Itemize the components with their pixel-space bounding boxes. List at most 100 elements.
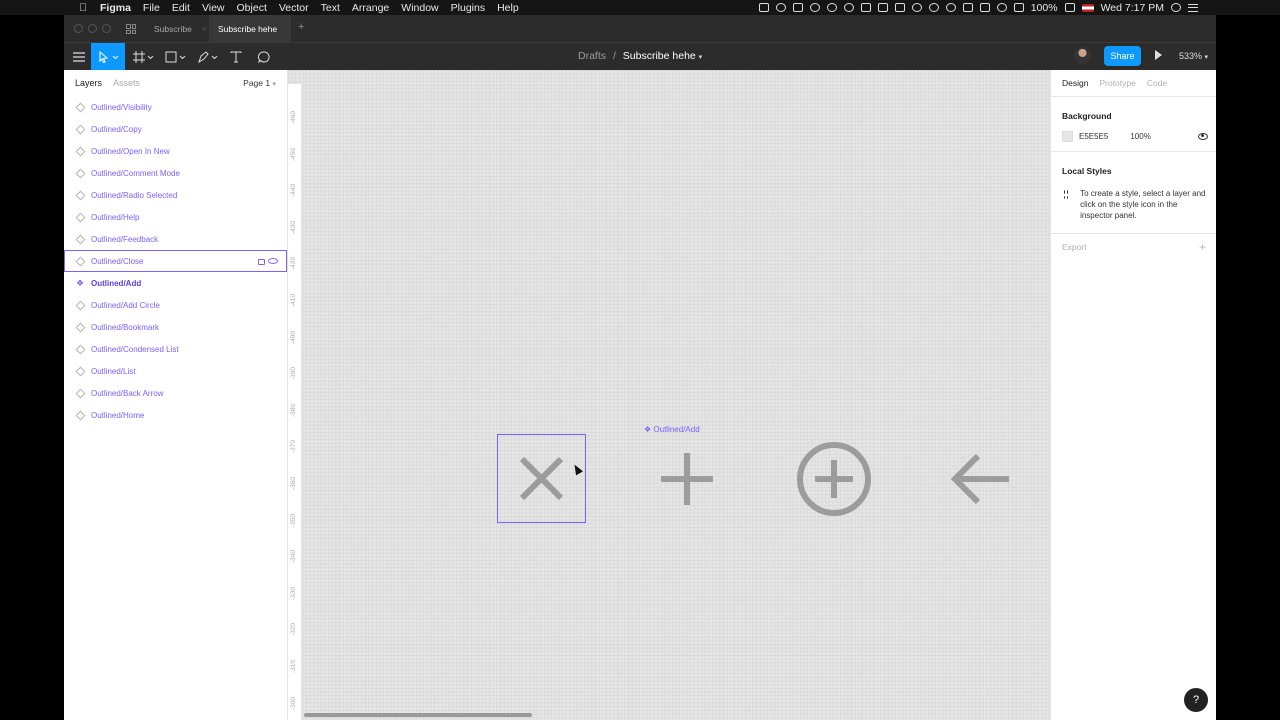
layer-row[interactable]: Outlined/Bookmark [64, 316, 287, 338]
layer-row[interactable]: Outlined/Copy [64, 118, 287, 140]
layer-row[interactable]: Outlined/Open In New [64, 140, 287, 162]
colorsync-icon[interactable] [911, 3, 922, 12]
tab-subscribe[interactable]: Subscribe × [145, 15, 209, 42]
text-tool-button[interactable] [226, 43, 246, 71]
notification-center-icon[interactable] [1188, 3, 1198, 12]
pen-tool-button[interactable] [194, 43, 222, 71]
tab-close-icon[interactable]: × [202, 24, 207, 34]
layer-row[interactable]: ❖ Outlined/Add [64, 272, 287, 294]
creative-cloud-icon[interactable] [775, 3, 786, 12]
clock[interactable]: Wed 7:17 PM [1101, 2, 1164, 14]
back-arrow-icon[interactable] [950, 453, 1009, 505]
tab-label: Subscribe hehe [218, 23, 278, 34]
tab-subscribe-hehe[interactable]: Subscribe hehe [209, 15, 291, 42]
menu-help[interactable]: Help [497, 2, 519, 14]
tab-prototype[interactable]: Prototype [1099, 78, 1135, 88]
window-minimize-dot[interactable] [88, 24, 97, 33]
layer-row[interactable]: Outlined/Home [64, 404, 287, 426]
export-title: Export [1062, 242, 1087, 252]
component-instance-icon [75, 146, 86, 156]
drive-icon[interactable] [877, 3, 888, 12]
layer-row[interactable]: Outlined/Condensed List [64, 338, 287, 360]
share-button[interactable]: Share [1104, 46, 1141, 66]
layer-row[interactable]: Outlined/Close [64, 250, 287, 272]
airplay-icon[interactable] [962, 3, 973, 12]
avatar[interactable] [1074, 47, 1091, 64]
menu-object[interactable]: Object [237, 2, 267, 14]
menu-vector[interactable]: Vector [279, 2, 309, 14]
display-icon[interactable] [979, 3, 990, 12]
cloud-icon[interactable] [945, 3, 956, 12]
menu-window[interactable]: Window [401, 2, 438, 14]
layer-row[interactable]: Outlined/Feedback [64, 228, 287, 250]
layer-row[interactable]: Outlined/Help [64, 206, 287, 228]
menu-edit[interactable]: Edit [172, 2, 190, 14]
background-fill-row: E5E5E5 100% [1051, 121, 1216, 151]
add-circle-icon[interactable] [797, 442, 871, 516]
move-tool-button[interactable] [91, 43, 125, 71]
layer-row[interactable]: Outlined/Comment Mode [64, 162, 287, 184]
file-name[interactable]: Subscribe hehe [623, 50, 696, 62]
chevron-down-icon[interactable]: ▾ [699, 54, 703, 61]
menu-text[interactable]: Text [321, 2, 340, 14]
help-button[interactable]: ? [1184, 688, 1208, 712]
present-play-icon[interactable] [1155, 50, 1162, 60]
canvas[interactable]: -460 -450 -440 -430 -420 -410 -400 -390 -380 -370… [288, 70, 1050, 720]
tab-code[interactable]: Code [1147, 78, 1167, 88]
lock-icon[interactable] [258, 259, 265, 265]
comment-tool-button[interactable] [254, 43, 274, 71]
component-instance-icon [75, 256, 86, 266]
menu-arrange[interactable]: Arrange [352, 2, 389, 14]
layer-label: Outlined/Bookmark [91, 322, 160, 332]
visibility-eye-icon[interactable] [268, 258, 278, 264]
frame-tool-button[interactable] [130, 43, 158, 71]
breadcrumb-drafts[interactable]: Drafts [578, 50, 606, 62]
main-menu-icon[interactable] [69, 43, 89, 71]
background-hex-input[interactable]: E5E5E5 [1079, 132, 1108, 141]
window-zoom-dot[interactable] [102, 24, 111, 33]
layer-row[interactable]: Outlined/Back Arrow [64, 382, 287, 404]
spotlight-icon[interactable] [1171, 3, 1181, 12]
tab-assets[interactable]: Assets [113, 78, 140, 88]
zoom-level[interactable]: 533% ▾ [1179, 51, 1208, 61]
wifi-icon[interactable] [996, 3, 1007, 12]
input-source-flag-icon[interactable] [1081, 3, 1094, 12]
horizontal-scrollbar[interactable] [304, 713, 532, 717]
text-icon[interactable] [894, 3, 905, 12]
battery-icon[interactable] [1064, 3, 1075, 12]
layer-row[interactable]: Outlined/Radio Selected [64, 184, 287, 206]
layer-label: Outlined/Home [91, 410, 145, 420]
add-icon[interactable] [661, 453, 713, 505]
volume-icon[interactable] [1013, 3, 1024, 12]
sync-icon[interactable] [826, 3, 837, 12]
screen-record-icon[interactable] [758, 3, 769, 12]
new-tab-plus-icon[interactable]: + [298, 21, 304, 33]
background-opacity-input[interactable]: 100% [1130, 132, 1150, 141]
menu-plugins[interactable]: Plugins [451, 2, 485, 14]
window-close-dot[interactable] [74, 24, 83, 33]
add-export-plus-icon[interactable]: + [1199, 240, 1206, 254]
accessibility-icon[interactable] [928, 3, 939, 12]
layer-row[interactable]: Outlined/List [64, 360, 287, 382]
magnifier-icon[interactable] [809, 3, 820, 12]
shape-tool-button[interactable] [162, 43, 190, 71]
window-icon[interactable] [860, 3, 871, 12]
tab-design[interactable]: Design [1062, 78, 1088, 88]
file-browser-icon[interactable] [126, 24, 136, 34]
close-icon[interactable] [519, 456, 564, 501]
tab-layers[interactable]: Layers [75, 78, 102, 88]
status-icon[interactable] [843, 3, 854, 12]
layer-row[interactable]: Outlined/Visibility [64, 96, 287, 118]
chevron-down-icon: ▾ [272, 81, 276, 88]
apple-icon[interactable]:  [78, 2, 88, 14]
menu-app-name[interactable]: Figma [100, 2, 131, 14]
dropbox-icon[interactable] [792, 3, 803, 12]
menu-file[interactable]: File [143, 2, 160, 14]
background-color-swatch[interactable] [1062, 130, 1073, 142]
layer-label: Outlined/Condensed List [91, 344, 179, 354]
visibility-eye-icon[interactable] [1198, 132, 1208, 140]
menu-view[interactable]: View [202, 2, 225, 14]
layer-row[interactable]: Outlined/Add Circle [64, 294, 287, 316]
layer-label: Outlined/List [91, 366, 136, 376]
page-selector[interactable]: Page 1 ▾ [243, 78, 276, 88]
